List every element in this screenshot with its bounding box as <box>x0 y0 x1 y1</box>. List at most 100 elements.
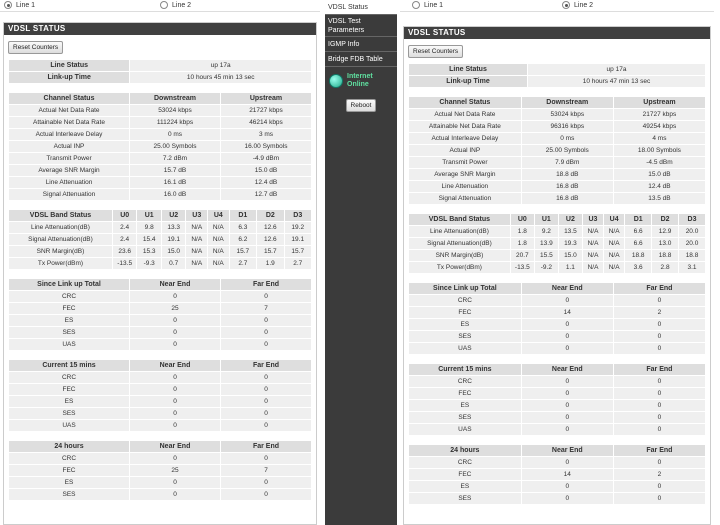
nav-item-bridge-fdb-table[interactable]: Bridge FDB Table <box>325 52 397 67</box>
internet-status-text: Internet Online <box>347 73 373 89</box>
table-cell: 13.9 <box>534 238 558 249</box>
table-cell: 0 <box>221 315 311 326</box>
table-row: Signal Attenuation 16.0 dB 12.7 dB <box>9 189 311 200</box>
table-cell: 0 <box>613 295 705 306</box>
table-cell: 13.0 <box>652 238 679 249</box>
nav-item-vdsl-status[interactable]: VDSL Status <box>325 0 397 15</box>
column-header: Near End <box>130 441 220 452</box>
sidebar-nav: VDSL Status VDSL Test Parameters IGMP In… <box>325 0 397 525</box>
table-cell: 0 <box>130 408 220 419</box>
table-cell: 15.4 <box>137 234 161 245</box>
header-row: VDSL Band Status U0 U1 U2 U3 U4 D1 D2 D3 <box>409 214 705 225</box>
table-cell: 7.2 dBm <box>130 153 220 164</box>
table-cell: 0 <box>613 388 705 399</box>
reset-counters-button[interactable]: Reset Counters <box>408 45 464 58</box>
header-row: Current 15 mins Near End Far End <box>409 364 705 375</box>
row-label: Link-up Time <box>409 76 527 87</box>
column-header: D2 <box>652 214 679 225</box>
table-cell: 0.7 <box>161 258 186 269</box>
table-row: UAS 0 0 <box>9 420 311 431</box>
table-cell: 12.6 <box>257 234 284 245</box>
nav-item-vdsl-test-parameters[interactable]: VDSL Test Parameters <box>325 15 397 37</box>
radio-label: Line 1 <box>16 1 36 9</box>
table-cell: 2.4 <box>112 234 137 245</box>
table-cell: -9.3 <box>137 258 161 269</box>
reboot-button[interactable]: Reboot <box>345 99 377 112</box>
row-label: SNR Margin(dB) <box>9 246 112 257</box>
row-label: FEC <box>9 384 129 395</box>
column-header: U0 <box>510 214 534 225</box>
table-cell: 0 <box>221 408 311 419</box>
header-row: VDSL Band Status U0 U1 U2 U3 U4 D1 D2 D3 <box>9 210 311 221</box>
table-cell: 6.3 <box>229 222 257 233</box>
table-cell: 19.2 <box>284 222 311 233</box>
table-row: CRC 0 0 <box>409 376 705 387</box>
table-cell: 15.0 dB <box>613 169 705 180</box>
table-row: SES 0 0 <box>9 327 311 338</box>
line1-radio[interactable]: Line 1 <box>412 1 443 9</box>
table-cell: 0 <box>221 477 311 488</box>
table-cell: 15.7 <box>284 246 311 257</box>
row-label: Actual Interleave Delay <box>9 129 129 140</box>
line-selector: Line 1 Line 2 <box>400 0 714 12</box>
header-row: Since Link up Total Near End Far End <box>409 283 705 294</box>
table-cell: 0 <box>521 319 613 330</box>
table-cell: 1.8 <box>510 238 534 249</box>
reset-counters-button[interactable]: Reset Counters <box>8 41 64 54</box>
table-cell: 0 <box>130 420 220 431</box>
column-header: D2 <box>257 210 284 221</box>
table-cell: 0 <box>521 295 613 306</box>
table-cell: 16.1 dB <box>130 177 220 188</box>
column-header: VDSL Band Status <box>409 214 510 225</box>
column-header: VDSL Band Status <box>9 210 112 221</box>
table-cell: 2 <box>613 469 705 480</box>
table-cell: 21727 kbps <box>221 105 311 116</box>
table-cell: 15.7 dB <box>130 165 220 176</box>
table-cell: 0 <box>130 384 220 395</box>
table-cell: 0 <box>130 315 220 326</box>
counter-table: 24 hours Near End Far End CRC 0 0 FEC 14 2 ES 0 0 SE… <box>408 444 706 505</box>
table-cell: 0 <box>130 372 220 383</box>
status-tables: Line Status up 17a Link-up Time 10 hours 47… <box>408 63 706 505</box>
row-label: FEC <box>409 307 521 318</box>
row-label: SES <box>409 412 521 423</box>
table-cell: 0 <box>613 331 705 342</box>
table-cell: 10 hours 45 min 13 sec <box>130 72 311 83</box>
row-label: Transmit Power <box>9 153 129 164</box>
line2-radio[interactable]: Line 2 <box>562 1 593 9</box>
vdsl-status-box: VDSL STATUS Reset Counters Line Status up… <box>3 22 317 525</box>
table-cell: 14 <box>521 469 613 480</box>
header-row: Since Link up Total Near End Far End <box>9 279 311 290</box>
table-cell: 15.7 <box>257 246 284 257</box>
table-cell: -4.5 dBm <box>613 157 705 168</box>
table-cell: N/A <box>604 250 625 261</box>
globe-icon <box>329 74 343 88</box>
section-title: VDSL STATUS <box>4 23 316 35</box>
column-header: D1 <box>229 210 257 221</box>
table-row: CRC 0 0 <box>409 295 705 306</box>
row-label: FEC <box>409 388 521 399</box>
row-label: ES <box>9 315 129 326</box>
column-header: Since Link up Total <box>9 279 129 290</box>
table-row: SES 0 0 <box>409 331 705 342</box>
table-cell: 3.1 <box>679 262 705 273</box>
nav-item-igmp-info[interactable]: IGMP Info <box>325 37 397 52</box>
table-cell: N/A <box>208 258 229 269</box>
header-row: Current 15 mins Near End Far End <box>9 360 311 371</box>
table-cell: 0 <box>521 376 613 387</box>
row-label: SES <box>9 327 129 338</box>
table-cell: 25.00 Symbols <box>130 141 220 152</box>
row-label: Link-up Time <box>9 72 130 83</box>
line2-status-panel: Line 1 Line 2 VDSL STATUS Reset Counters… <box>400 0 714 525</box>
table-cell: 111224 kbps <box>130 117 220 128</box>
table-cell: 0 <box>613 400 705 411</box>
header-row: 24 hours Near End Far End <box>409 445 705 456</box>
table-cell: 15.0 dB <box>221 165 311 176</box>
column-header: Current 15 mins <box>9 360 129 371</box>
table-cell: 0 <box>521 424 613 435</box>
row-label: CRC <box>409 457 521 468</box>
table-cell: 0 <box>130 477 220 488</box>
line1-radio[interactable]: Line 1 <box>4 1 35 9</box>
table-cell: 2.8 <box>652 262 679 273</box>
line2-radio[interactable]: Line 2 <box>160 1 191 9</box>
